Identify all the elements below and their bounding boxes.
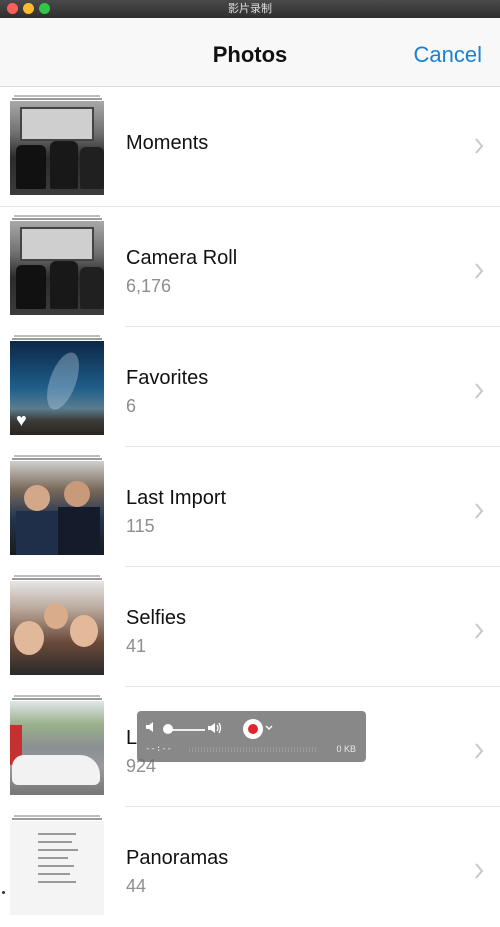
cancel-button[interactable]: Cancel bbox=[414, 42, 482, 68]
album-label: L bbox=[126, 727, 138, 749]
album-row-panoramas[interactable]: Panoramas 44 bbox=[0, 807, 500, 927]
album-thumbnail bbox=[10, 215, 104, 315]
chevron-right-icon bbox=[475, 503, 484, 519]
chairs-photo bbox=[10, 221, 104, 315]
window-title: 影片录制 bbox=[228, 3, 272, 15]
album-label: Moments bbox=[126, 132, 209, 154]
album-thumbnail bbox=[10, 695, 104, 795]
zoom-window-button[interactable] bbox=[39, 3, 50, 14]
album-count: 115 bbox=[126, 516, 155, 536]
minimize-window-button[interactable] bbox=[23, 3, 34, 14]
chevron-right-icon bbox=[475, 138, 484, 154]
album-thumbnail bbox=[10, 575, 104, 675]
album-label: Panoramas bbox=[126, 847, 229, 869]
album-count: 6,176 bbox=[126, 276, 172, 296]
volume-high-icon bbox=[208, 722, 222, 734]
album-row-camera-roll[interactable]: Camera Roll 6,176 bbox=[0, 207, 500, 327]
navigation-bar: Photos Cancel bbox=[0, 18, 500, 87]
album-thumbnail bbox=[10, 815, 104, 915]
window-title-bar: 影片录制 bbox=[0, 0, 500, 18]
chevron-right-icon bbox=[475, 863, 484, 879]
recording-file-size: 0 KB bbox=[336, 744, 356, 754]
chevron-down-icon[interactable] bbox=[265, 725, 273, 731]
album-row-selfies[interactable]: Selfies 41 bbox=[0, 567, 500, 687]
album-thumbnail bbox=[10, 455, 104, 555]
album-row-moments[interactable]: Moments bbox=[0, 87, 500, 207]
chevron-right-icon bbox=[475, 743, 484, 759]
audio-level-meter bbox=[189, 747, 317, 752]
album-label: Camera Roll bbox=[126, 247, 238, 269]
record-button[interactable] bbox=[243, 719, 263, 739]
night-sky-photo: ♥ bbox=[10, 341, 104, 435]
chevron-right-icon bbox=[475, 623, 484, 639]
heart-icon: ♥ bbox=[16, 410, 27, 430]
document-photo bbox=[10, 821, 104, 915]
album-label: Selfies bbox=[126, 607, 187, 629]
album-count: 44 bbox=[126, 876, 147, 896]
chevron-right-icon bbox=[475, 263, 484, 279]
album-row-last-import[interactable]: Last Import 115 bbox=[0, 447, 500, 567]
album-label: Favorites bbox=[126, 367, 209, 389]
album-row-favorites[interactable]: ♥ Favorites 6 bbox=[0, 327, 500, 447]
street-photo bbox=[10, 701, 104, 795]
group-photo bbox=[10, 461, 104, 555]
close-window-button[interactable] bbox=[7, 3, 18, 14]
album-thumbnail: ♥ bbox=[10, 335, 104, 435]
chevron-right-icon bbox=[475, 383, 484, 399]
volume-low-icon bbox=[146, 722, 153, 732]
scroll-indicator bbox=[2, 891, 5, 894]
screen-recording-controls: --:-- 0 KB bbox=[137, 711, 366, 762]
selfie-photo bbox=[10, 581, 104, 675]
album-count: 6 bbox=[126, 396, 137, 416]
album-count: 41 bbox=[126, 636, 147, 656]
chairs-photo bbox=[10, 101, 104, 195]
volume-slider-knob[interactable] bbox=[163, 724, 173, 734]
recording-time: --:-- bbox=[145, 744, 173, 754]
album-label: Last Import bbox=[126, 487, 227, 509]
album-thumbnail bbox=[10, 95, 104, 195]
